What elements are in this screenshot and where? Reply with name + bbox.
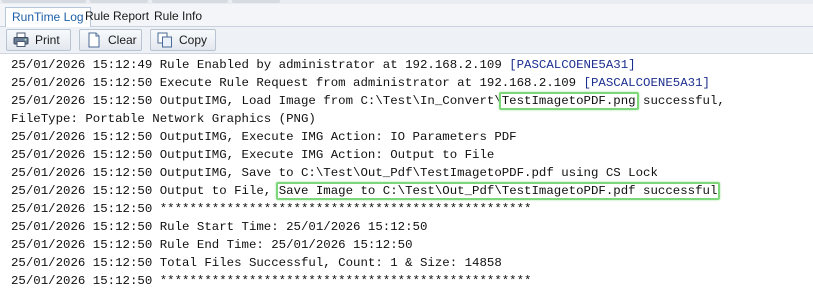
log-text: 25/01/2026 15:12:50 Execute Rule Request…: [11, 76, 584, 90]
strip-stub: [2, 0, 86, 3]
log-line: 25/01/2026 15:12:50 ********************…: [11, 274, 532, 288]
printer-icon: [13, 32, 29, 48]
print-label: Print: [35, 33, 60, 47]
log-line: 25/01/2026 15:12:50 Total Files Successf…: [11, 256, 502, 270]
log-line: 25/01/2026 15:12:50 OutputIMG, Save to C…: [11, 166, 658, 180]
toolbar: Print Clear Copy: [0, 27, 813, 54]
log-line: 25/01/2026 15:12:50 OutputIMG, Execute I…: [11, 130, 517, 144]
log-text: 25/01/2026 15:12:50 OutputIMG, Load Imag…: [11, 94, 502, 108]
tab-rule-info[interactable]: Rule Info: [148, 7, 208, 27]
runtime-log-panel[interactable]: 25/01/2026 15:12:49 Rule Enabled by admi…: [0, 54, 813, 304]
log-line: 25/01/2026 15:12:50 OutputIMG, Load Imag…: [11, 92, 725, 110]
log-line: 25/01/2026 15:12:50 Output to File, Save…: [11, 182, 721, 200]
highlighted-result: Save Image to C:\Test\Out_Pdf\TestImaget…: [275, 182, 721, 200]
strip-stub: [90, 0, 148, 3]
log-line: 25/01/2026 15:12:50 ********************…: [11, 202, 532, 216]
log-host: [PASCALCOENE5A31]: [583, 76, 710, 90]
tab-bar: RunTime Log Rule Report Rule Info: [0, 4, 813, 28]
log-line: 25/01/2026 15:12:50 OutputIMG, Execute I…: [11, 148, 495, 162]
log-line: 25/01/2026 15:12:49 Rule Enabled by admi…: [11, 56, 636, 74]
log-text: 25/01/2026 15:12:50 Output to File,: [11, 184, 279, 198]
log-line: 25/01/2026 15:12:50 Execute Rule Request…: [11, 74, 710, 92]
log-line: 25/01/2026 15:12:50 Rule End Time: 25/01…: [11, 238, 413, 252]
clear-button[interactable]: Clear: [79, 29, 142, 51]
print-button[interactable]: Print: [6, 29, 71, 51]
strip-stub: [232, 0, 280, 3]
highlighted-filename: TestImagetoPDF.png: [498, 92, 639, 110]
log-text: successful,: [635, 94, 725, 108]
tab-runtime-log[interactable]: RunTime Log: [5, 7, 91, 28]
document-icon: [86, 32, 102, 48]
copy-icon: [157, 32, 173, 48]
strip-stub: [152, 0, 228, 3]
copy-button[interactable]: Copy: [150, 29, 216, 51]
log-line: 25/01/2026 15:12:50 Rule Start Time: 25/…: [11, 220, 428, 234]
log-line: FileType: Portable Network Graphics (PNG…: [11, 112, 316, 126]
tab-rule-report[interactable]: Rule Report: [79, 7, 155, 27]
log-text: 25/01/2026 15:12:49 Rule Enabled by admi…: [11, 58, 510, 72]
clear-label: Clear: [108, 33, 137, 47]
log-host: [PASCALCOENE5A31]: [509, 58, 636, 72]
copy-label: Copy: [179, 33, 208, 47]
